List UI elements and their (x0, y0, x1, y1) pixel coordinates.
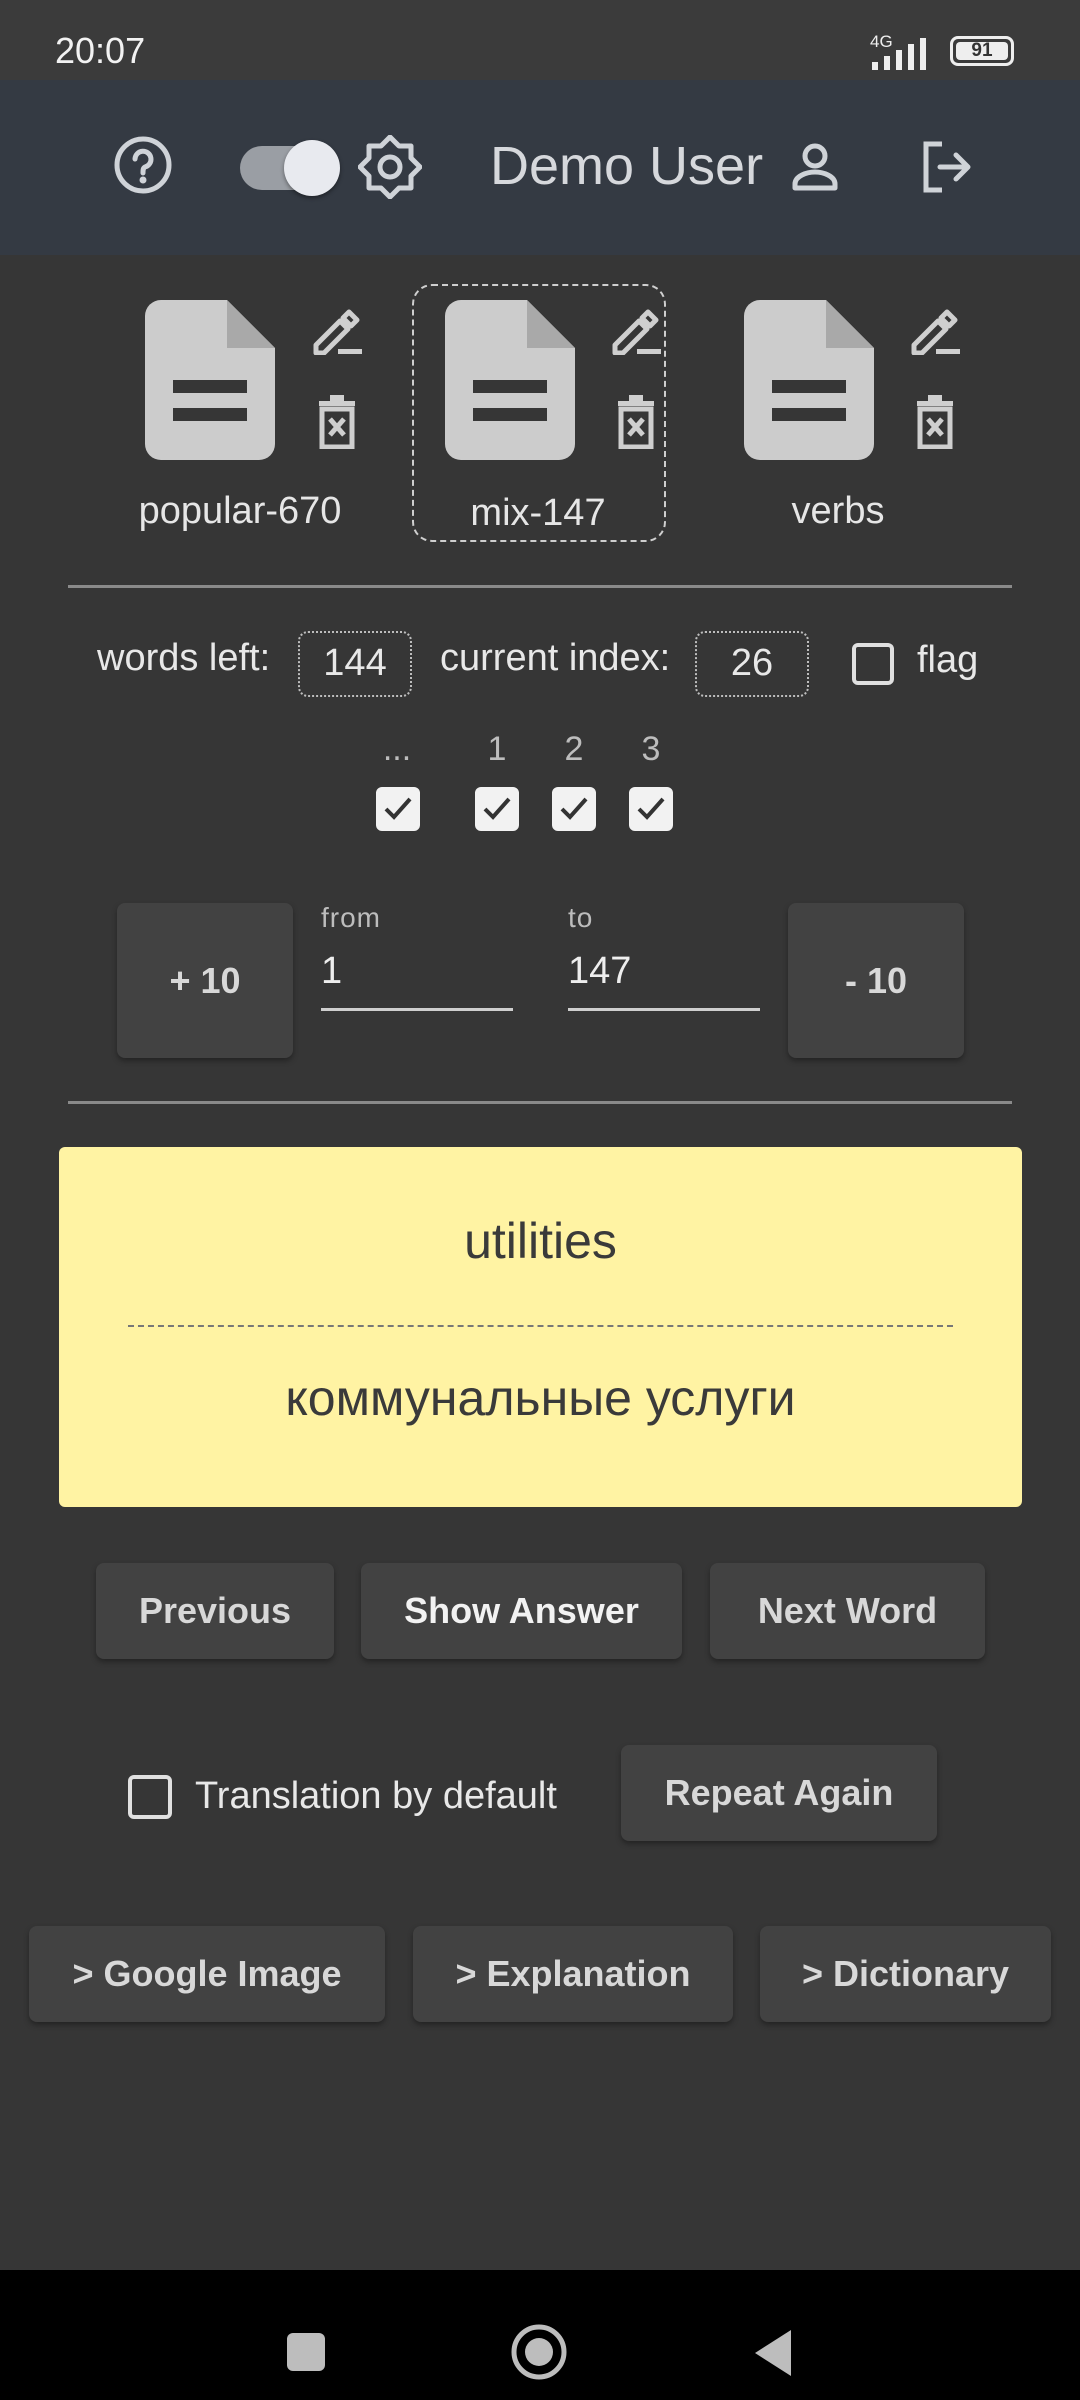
to-label: to (568, 902, 594, 933)
status-time: 20:07 (55, 30, 146, 71)
signal-icon (872, 38, 926, 70)
dictionary-button[interactable]: > Dictionary (760, 1926, 1051, 2022)
card-separator (128, 1325, 953, 1327)
home-icon[interactable] (510, 2323, 568, 2381)
card-translation: коммунальные услуги (285, 1370, 796, 1426)
from-label: from (321, 902, 381, 933)
translation-default-label: Translation by default (195, 1775, 557, 1817)
words-left-value: 144 (298, 631, 412, 697)
level-checkbox[interactable] (376, 787, 420, 831)
file-icon (145, 300, 275, 460)
theme-toggle[interactable] (240, 140, 340, 196)
current-index-value: 26 (695, 631, 809, 697)
edit-icon[interactable] (609, 305, 663, 355)
flag-checkbox[interactable] (852, 643, 894, 685)
divider (68, 1101, 1012, 1104)
recents-icon[interactable] (287, 2333, 325, 2371)
file-item[interactable]: mix-147 (419, 295, 679, 545)
user-icon[interactable] (787, 138, 843, 194)
level-label: 1 (487, 730, 507, 768)
to-underline (568, 1008, 760, 1011)
edit-icon[interactable] (908, 305, 962, 355)
from-underline (321, 1008, 513, 1011)
check-icon (560, 797, 588, 820)
help-icon[interactable] (113, 135, 173, 195)
file-item[interactable]: verbs (718, 295, 978, 545)
divider (68, 585, 1012, 588)
file-name: verbs (791, 490, 885, 532)
battery-level: 91 (971, 40, 993, 61)
level-label: ... (382, 730, 412, 768)
back-icon[interactable] (751, 2328, 795, 2378)
level-checkbox[interactable] (475, 787, 519, 831)
logout-icon[interactable] (918, 138, 976, 196)
card-word: utilities (464, 1213, 617, 1269)
explanation-button[interactable]: > Explanation (413, 1926, 733, 2022)
file-name: mix-147 (470, 492, 606, 534)
file-icon (744, 300, 874, 460)
google-image-button[interactable]: > Google Image (29, 1926, 385, 2022)
delete-icon[interactable] (614, 395, 658, 449)
brightness-icon (358, 135, 422, 199)
from-input[interactable]: 1 (321, 950, 342, 993)
level-label: 2 (564, 730, 584, 768)
previous-button[interactable]: Previous (96, 1563, 334, 1659)
translation-default-checkbox[interactable] (128, 1775, 172, 1819)
level-checkbox[interactable] (629, 787, 673, 831)
repeat-again-button[interactable]: Repeat Again (621, 1745, 937, 1841)
battery-icon: 91 (950, 36, 1014, 66)
file-item[interactable]: popular-670 (120, 295, 400, 545)
level-label: 3 (641, 730, 661, 768)
to-input[interactable]: 147 (568, 950, 631, 993)
status-bar: 20:07 4G 91 (0, 0, 1080, 80)
app-header: Demo User (0, 80, 1080, 255)
minus-10-button[interactable]: - 10 (788, 903, 964, 1058)
check-icon (637, 797, 665, 820)
system-nav-bar (0, 2270, 1080, 2400)
flashcard[interactable]: utilities коммунальные услуги (59, 1147, 1022, 1507)
check-icon (384, 797, 412, 820)
file-name: popular-670 (138, 490, 342, 532)
delete-icon[interactable] (315, 395, 359, 449)
file-icon (445, 300, 575, 460)
check-icon (483, 797, 511, 820)
edit-icon[interactable] (310, 305, 364, 355)
current-index-label: current index: (440, 637, 671, 679)
level-checkbox[interactable] (552, 787, 596, 831)
user-name: Demo User (490, 136, 764, 196)
delete-icon[interactable] (913, 395, 957, 449)
next-word-button[interactable]: Next Word (710, 1563, 985, 1659)
words-left-label: words left: (97, 637, 271, 679)
flag-label: flag (917, 639, 979, 681)
show-answer-button[interactable]: Show Answer (361, 1563, 682, 1659)
plus-10-button[interactable]: + 10 (117, 903, 293, 1058)
